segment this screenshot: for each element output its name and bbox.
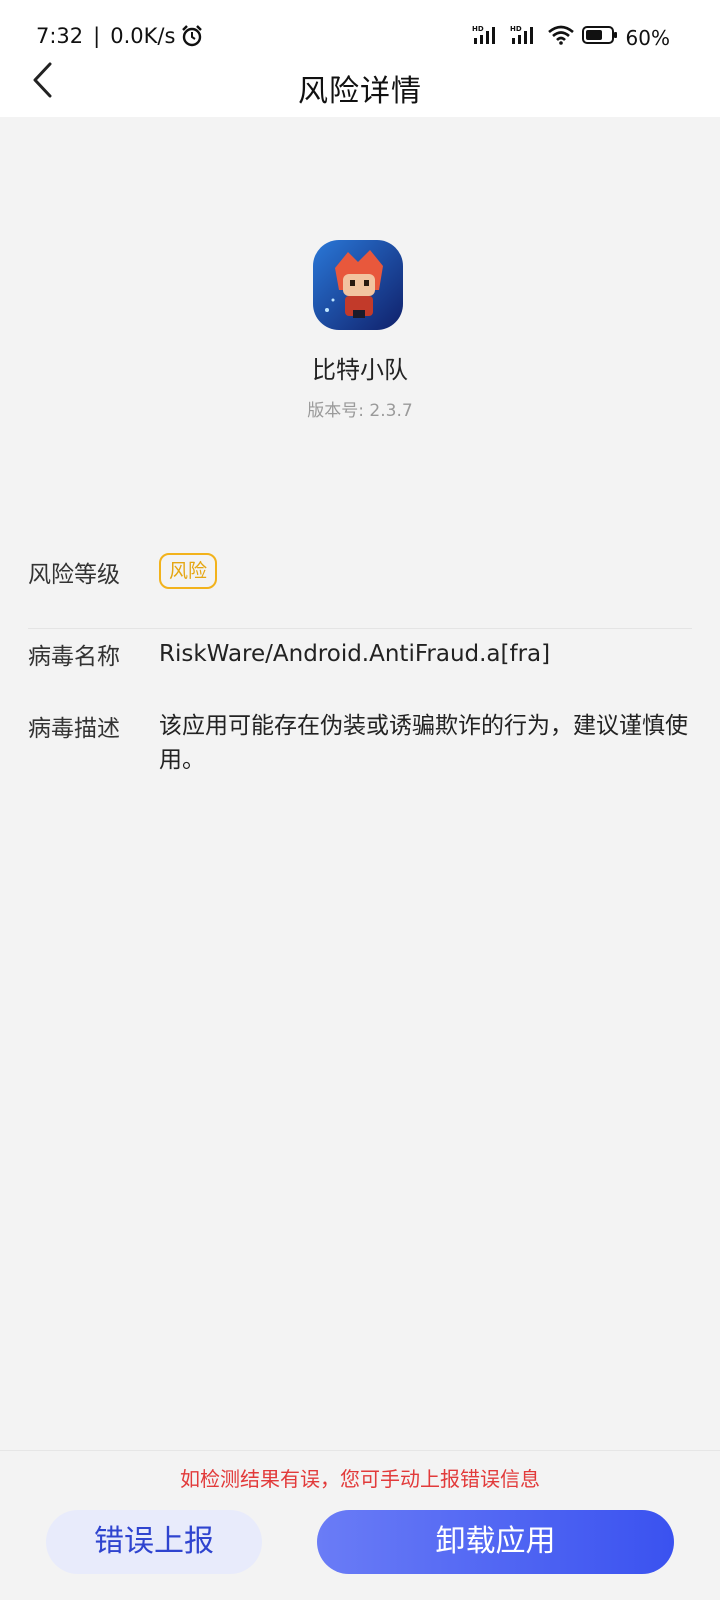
app-version: 版本号: 2.3.7 (307, 401, 413, 421)
virus-desc-label: 病毒描述 (28, 716, 120, 742)
app-icon (313, 240, 403, 330)
virus-desc-value: 该应用可能存在伪装或诱骗欺诈的行为，建议谨慎使用。 (159, 713, 688, 773)
svg-text:HD: HD (472, 25, 484, 33)
app-name: 比特小队 (312, 356, 408, 384)
status-right: HD HD 60% (472, 24, 670, 51)
risk-level-row: 风险等级 风险 (28, 553, 692, 605)
network-speed: 0.0K/s (110, 24, 176, 48)
uninstall-app-button[interactable]: 卸载应用 (317, 1510, 674, 1574)
top-bar: 7:32 | 0.0K/s HD HD 60% 风险详情 (0, 0, 720, 117)
svg-text:HD: HD (510, 25, 522, 33)
header: 风险详情 (0, 58, 720, 117)
bottom-divider (0, 1450, 720, 1451)
signal-hd-icon: HD (472, 24, 502, 51)
status-time: 7:32 (36, 24, 84, 48)
risk-level-label: 风险等级 (28, 562, 120, 588)
alarm-icon (181, 25, 203, 47)
wifi-icon (547, 25, 574, 50)
report-hint: 如检测结果有误，您可手动上报错误信息 (180, 1467, 540, 1491)
virus-name-value: RiskWare/Android.AntiFraud.a[fra] (159, 641, 551, 667)
signal-hd-icon-2: HD (510, 24, 540, 51)
risk-level-badge: 风险 (159, 553, 218, 589)
battery-icon (581, 25, 618, 50)
status-separator: | (93, 24, 101, 48)
divider (28, 628, 692, 629)
report-error-button[interactable]: 错误上报 (46, 1510, 262, 1574)
page-title: 风险详情 (298, 74, 422, 109)
virus-name-label: 病毒名称 (28, 644, 120, 670)
battery-percent: 60% (625, 25, 670, 50)
status-left: 7:32 | 0.0K/s (36, 24, 203, 48)
